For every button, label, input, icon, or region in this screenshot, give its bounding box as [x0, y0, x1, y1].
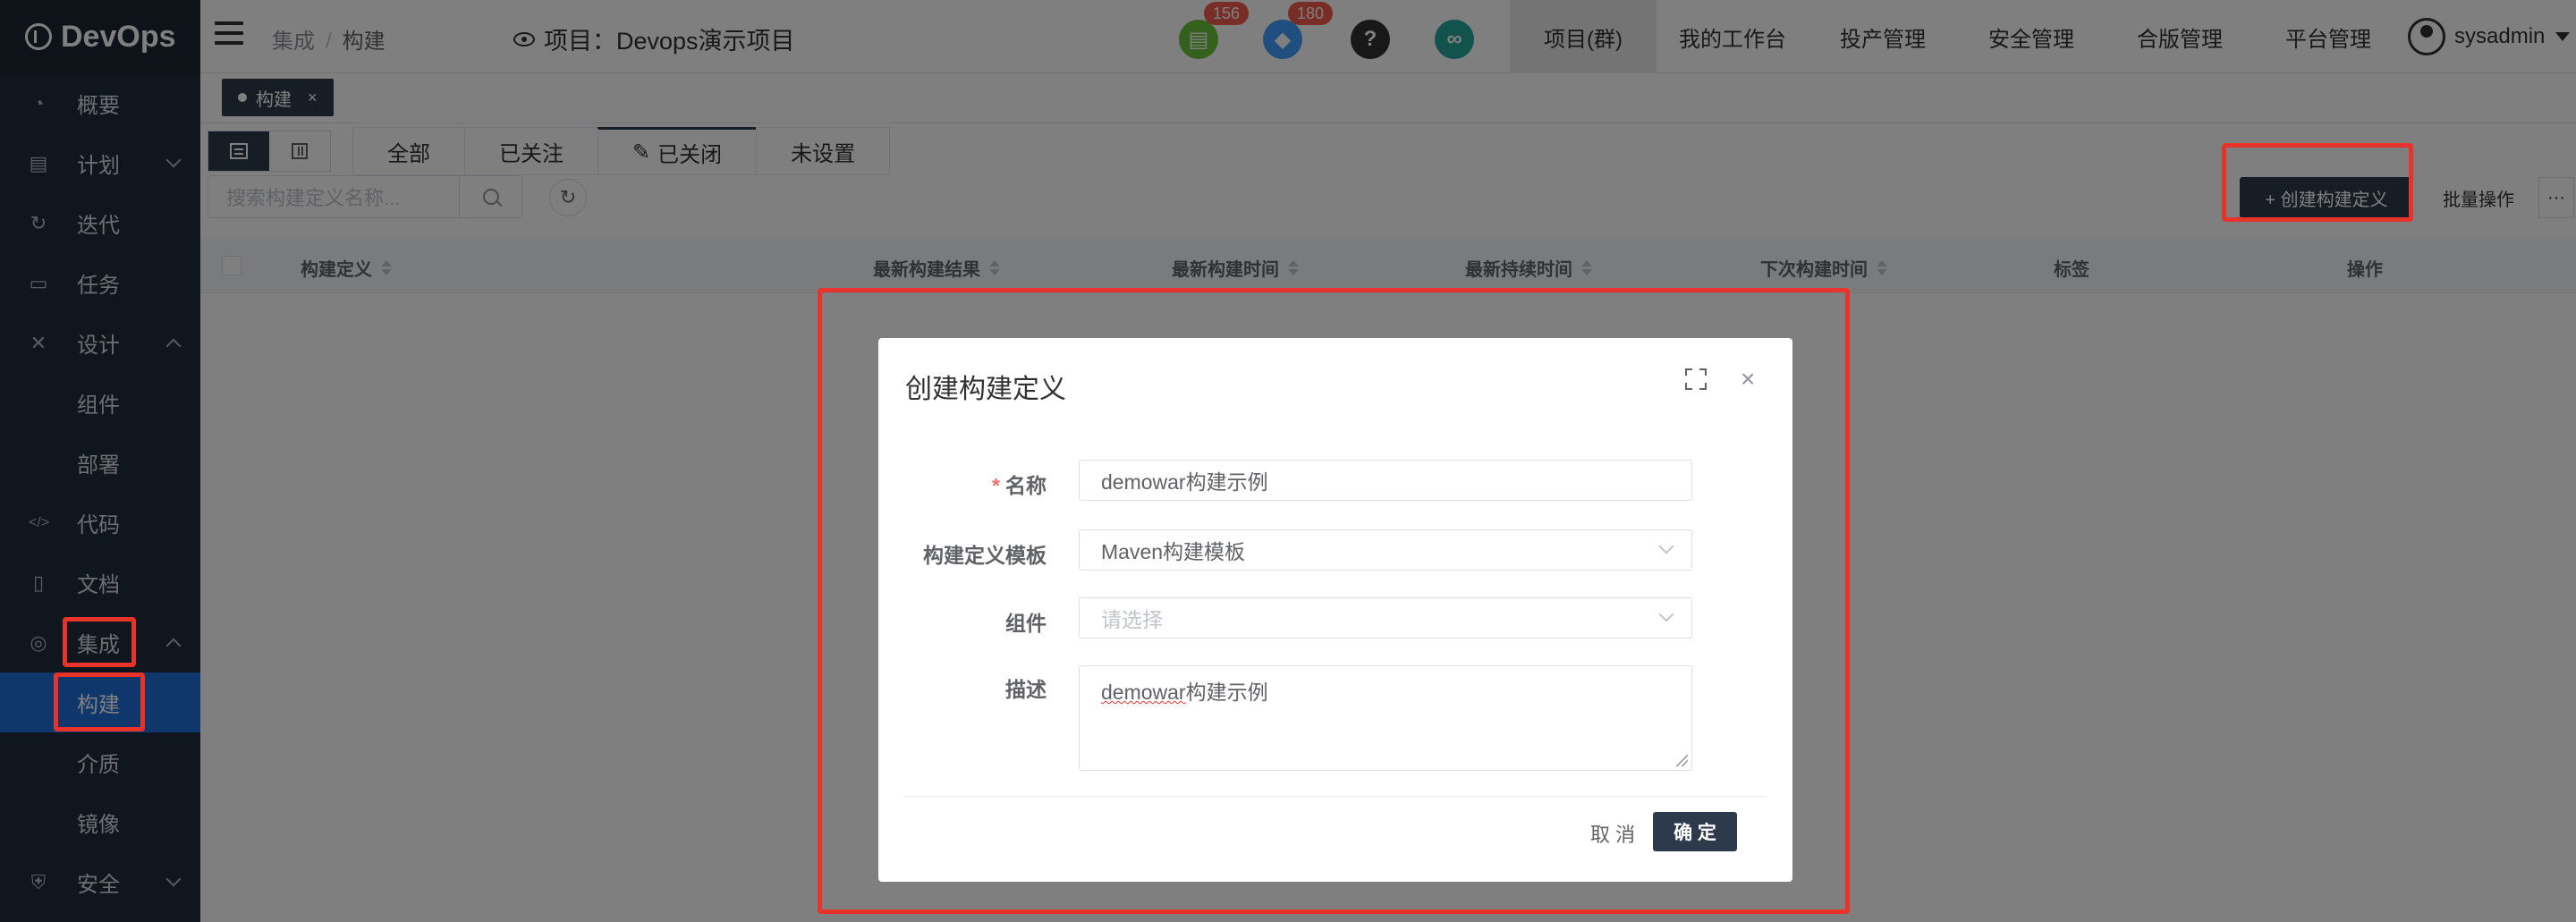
fullscreen-icon[interactable]: [1685, 368, 1707, 390]
name-input[interactable]: demowar构建示例: [1079, 460, 1692, 501]
template-select[interactable]: Maven构建模板: [1079, 529, 1692, 571]
component-select[interactable]: 请选择: [1079, 597, 1692, 639]
component-label: 组件: [1005, 612, 1046, 635]
resize-handle-icon[interactable]: [1675, 754, 1688, 766]
required-mark: *: [992, 474, 1000, 497]
select-value: Maven构建模板: [1101, 540, 1246, 563]
template-label: 构建定义模板: [923, 544, 1046, 567]
chevron-down-icon: [1658, 606, 1674, 622]
description-label: 描述: [1005, 678, 1046, 701]
description-text: 构建示例: [1185, 681, 1268, 704]
name-label: * 名称: [992, 469, 1046, 499]
dialog-title: 创建构建定义: [905, 375, 1066, 404]
chevron-down-icon: [1658, 538, 1674, 554]
description-textarea[interactable]: demowar构建示例: [1079, 665, 1692, 771]
confirm-button[interactable]: 确 定: [1653, 812, 1737, 851]
cancel-button[interactable]: 取 消: [1590, 819, 1635, 848]
input-value: demowar构建示例: [1101, 470, 1268, 494]
create-build-definition-dialog: 创建构建定义 × * 名称 demowar构建示例 构建定义模板 Maven构建模…: [878, 338, 1792, 882]
spellcheck-word: demowar: [1101, 681, 1186, 704]
label-text: 名称: [1005, 474, 1046, 497]
close-icon[interactable]: ×: [1741, 365, 1755, 393]
select-placeholder: 请选择: [1101, 608, 1163, 631]
dialog-footer-divider: [905, 796, 1766, 797]
